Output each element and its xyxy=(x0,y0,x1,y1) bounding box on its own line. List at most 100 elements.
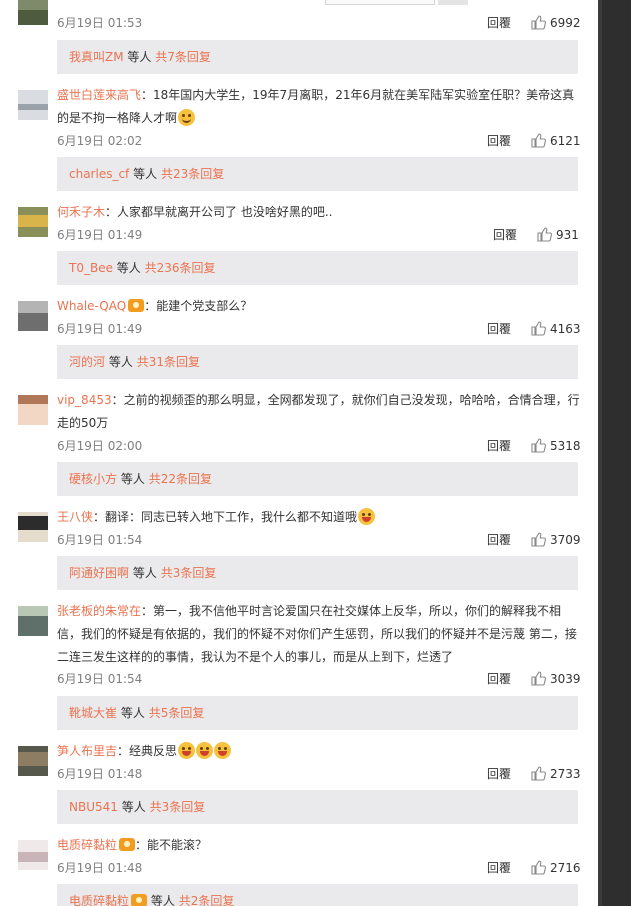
sub-reply-middle: 等人 xyxy=(116,261,141,275)
sub-reply-count[interactable]: 共23条回复 xyxy=(161,167,224,181)
reply-button[interactable]: 回覆 xyxy=(487,132,511,150)
reply-button[interactable]: 回覆 xyxy=(487,859,511,877)
reply-button[interactable]: 回覆 xyxy=(487,765,511,783)
reply-button[interactable]: 回覆 xyxy=(493,226,517,244)
reply-button[interactable]: 回覆 xyxy=(487,320,511,338)
sub-reply-count[interactable]: 共236条回复 xyxy=(145,261,216,275)
scrollbar-thumb[interactable] xyxy=(598,0,602,906)
thumbs-up-icon xyxy=(531,671,546,686)
sub-reply-count[interactable]: 共2条回复 xyxy=(179,894,235,906)
sub-reply-bar[interactable]: 硬核小方 等人 共22条回复 xyxy=(57,462,578,496)
avatar[interactable] xyxy=(18,395,48,425)
comment-text-line: Whale-QAQ ：能建个党支部么？ xyxy=(57,295,582,318)
comment-user-name[interactable]: 电质碎黏粒 xyxy=(57,838,117,852)
thumbs-up-icon xyxy=(531,321,546,336)
comment-time: 6月19日 02:00 xyxy=(57,439,143,453)
sub-reply-bar[interactable]: NBU541 等人 共3条回复 xyxy=(57,790,578,824)
sub-reply-user[interactable]: 阿通好困啊 xyxy=(69,566,129,580)
sub-reply-user[interactable]: 硬核小方 xyxy=(69,472,117,486)
reply-button[interactable]: 回覆 xyxy=(487,670,511,688)
sub-reply-bar[interactable]: 我真叫ZM 等人 共7条回复 xyxy=(57,40,578,74)
sub-reply-count[interactable]: 共31条回复 xyxy=(137,355,200,369)
comment-user-name[interactable]: 盛世白莲来高飞 xyxy=(57,88,141,102)
sub-reply-middle: 等人 xyxy=(108,355,133,369)
comment-user-name[interactable]: vip_8453 xyxy=(57,393,112,407)
avatar[interactable] xyxy=(18,90,48,120)
like-count: 3039 xyxy=(550,672,581,686)
comment-time: 6月19日 01:48 xyxy=(57,767,143,781)
comment-text: ：翻译：同志已转入地下工作，我什么都不知道哦 xyxy=(93,510,358,524)
sub-reply-middle: 等人 xyxy=(120,472,145,486)
comment-user-name[interactable]: Whale-QAQ xyxy=(57,299,126,313)
sub-reply-count[interactable]: 共7条回复 xyxy=(155,50,211,64)
avatar[interactable] xyxy=(18,0,48,25)
avatar[interactable] xyxy=(18,207,48,237)
sub-reply-count[interactable]: 共22条回复 xyxy=(149,472,212,486)
like-count: 2716 xyxy=(550,861,581,875)
comment-feed: 6月19日 01:53 回覆 6992 我真叫ZM 等人 共7条回复 盛世白莲来… xyxy=(0,0,598,906)
avatar[interactable] xyxy=(18,746,48,776)
comment-time: 6月19日 01:49 xyxy=(57,322,143,336)
reply-button[interactable]: 回覆 xyxy=(487,14,511,32)
comment-text-line: 二连三发生这样的的事情，我认为不是个人的事儿，而是从上到下，烂透了 xyxy=(57,646,582,669)
avatar[interactable] xyxy=(18,301,48,331)
comment-text: ：能不能滚？ xyxy=(135,838,208,852)
sub-reply-bar[interactable]: T0_Bee 等人 共236条回复 xyxy=(57,251,578,285)
sub-reply-bar[interactable]: 阿通好困啊 等人 共3条回复 xyxy=(57,556,578,590)
like-count: 2733 xyxy=(550,767,581,781)
comment-item: vip_8453：之前的视频歪的那么明显，全网都发现了，就你们自己没发现，哈哈哈… xyxy=(0,391,598,499)
thumbs-up-icon xyxy=(531,133,546,148)
comment-text-line: 盛世白莲来高飞：18年国内大学生，19年7月离职，21年6月就在美军陆军实验室任… xyxy=(57,84,582,107)
sub-reply-user[interactable]: 我真叫ZM xyxy=(69,50,124,64)
comment-text: ：人家都早就离开公司了 也没啥好黑的吧.. xyxy=(105,205,333,219)
sub-reply-user[interactable]: T0_Bee xyxy=(69,261,113,275)
comment-text: 信，我们的怀疑是有依据的，我们的怀疑不对你们产生惩罚，所以我们的怀疑并不是污蔑 … xyxy=(57,627,577,641)
reply-button[interactable]: 回覆 xyxy=(487,531,511,549)
comment-text: 走的50万 xyxy=(57,416,109,430)
comment-text-line: 何禾子木：人家都早就离开公司了 也没啥好黑的吧.. xyxy=(57,201,582,224)
comment-text-line: vip_8453：之前的视频歪的那么明显，全网都发现了，就你们自己没发现，哈哈哈… xyxy=(57,389,582,412)
comment-user-name[interactable]: 何禾子木 xyxy=(57,205,105,219)
sub-reply-user[interactable]: 电质碎黏粒 xyxy=(69,894,129,906)
fan-badge-icon xyxy=(128,299,145,312)
like-count: 6121 xyxy=(550,134,581,148)
comment-text-line: 王八侠：翻译：同志已转入地下工作，我什么都不知道哦 xyxy=(57,506,582,529)
avatar[interactable] xyxy=(18,606,48,636)
sub-reply-middle: 等人 xyxy=(120,706,145,720)
comment-text: ：第一，我不信他平时言论爱国只在社交媒体上反华，所以，你们的解释我不相 xyxy=(141,604,562,618)
comment-item: 张老板的朱常在：第一，我不信他平时言论爱国只在社交媒体上反华，所以，你们的解释我… xyxy=(0,602,598,732)
comment-user-name[interactable]: 笋人布里吉 xyxy=(57,744,117,758)
sub-reply-middle: 等人 xyxy=(132,566,157,580)
sub-reply-user[interactable]: NBU541 xyxy=(69,800,118,814)
sub-reply-user[interactable]: 靴城大崔 xyxy=(69,706,117,720)
comment-item: 电质碎黏粒 ：能不能滚？ 6月19日 01:48 回覆 2716 电质碎黏粒 等人… xyxy=(0,836,598,906)
comment-text: ：18年国内大学生，19年7月离职，21年6月就在美军陆军实验室任职？美帝这真 xyxy=(141,88,575,102)
sub-reply-count[interactable]: 共5条回复 xyxy=(149,706,205,720)
reply-button[interactable]: 回覆 xyxy=(487,437,511,455)
sub-reply-count[interactable]: 共3条回复 xyxy=(161,566,217,580)
avatar[interactable] xyxy=(18,840,48,870)
comment-user-name[interactable]: 王八侠 xyxy=(57,510,93,524)
sub-reply-count[interactable]: 共3条回复 xyxy=(150,800,206,814)
laugh-emoji-icon xyxy=(358,508,376,525)
thumbs-up-icon xyxy=(531,860,546,875)
comment-time: 6月19日 01:48 xyxy=(57,861,143,875)
laugh-emoji-icon xyxy=(214,742,232,759)
sub-reply-bar[interactable]: 电质碎黏粒 等人 共2条回复 xyxy=(57,884,578,906)
comment-text: ：能建个党支部么？ xyxy=(144,299,253,313)
comment-time: 6月19日 01:49 xyxy=(57,228,143,242)
sub-reply-user[interactable]: charles_cf xyxy=(69,167,129,181)
comment-text-line: 电质碎黏粒 ：能不能滚？ xyxy=(57,834,582,857)
scrollbar-track[interactable] xyxy=(598,0,631,906)
sub-reply-middle: 等人 xyxy=(133,167,158,181)
comment-item: 笋人布里吉：经典反思 6月19日 01:48 回覆 2733 NBU541 等人… xyxy=(0,742,598,828)
sub-reply-middle: 等人 xyxy=(150,894,175,906)
sub-reply-bar[interactable]: charles_cf 等人 共23条回复 xyxy=(57,157,578,191)
avatar[interactable] xyxy=(18,512,48,542)
sub-reply-bar[interactable]: 靴城大崔 等人 共5条回复 xyxy=(57,696,578,730)
sub-reply-user[interactable]: 河的河 xyxy=(69,355,105,369)
comment-item: 何禾子木：人家都早就离开公司了 也没啥好黑的吧.. 6月19日 01:49 回覆… xyxy=(0,203,598,289)
comment-user-name[interactable]: 张老板的朱常在 xyxy=(57,604,141,618)
comment-time: 6月19日 01:54 xyxy=(57,672,143,686)
sub-reply-bar[interactable]: 河的河 等人 共31条回复 xyxy=(57,345,578,379)
